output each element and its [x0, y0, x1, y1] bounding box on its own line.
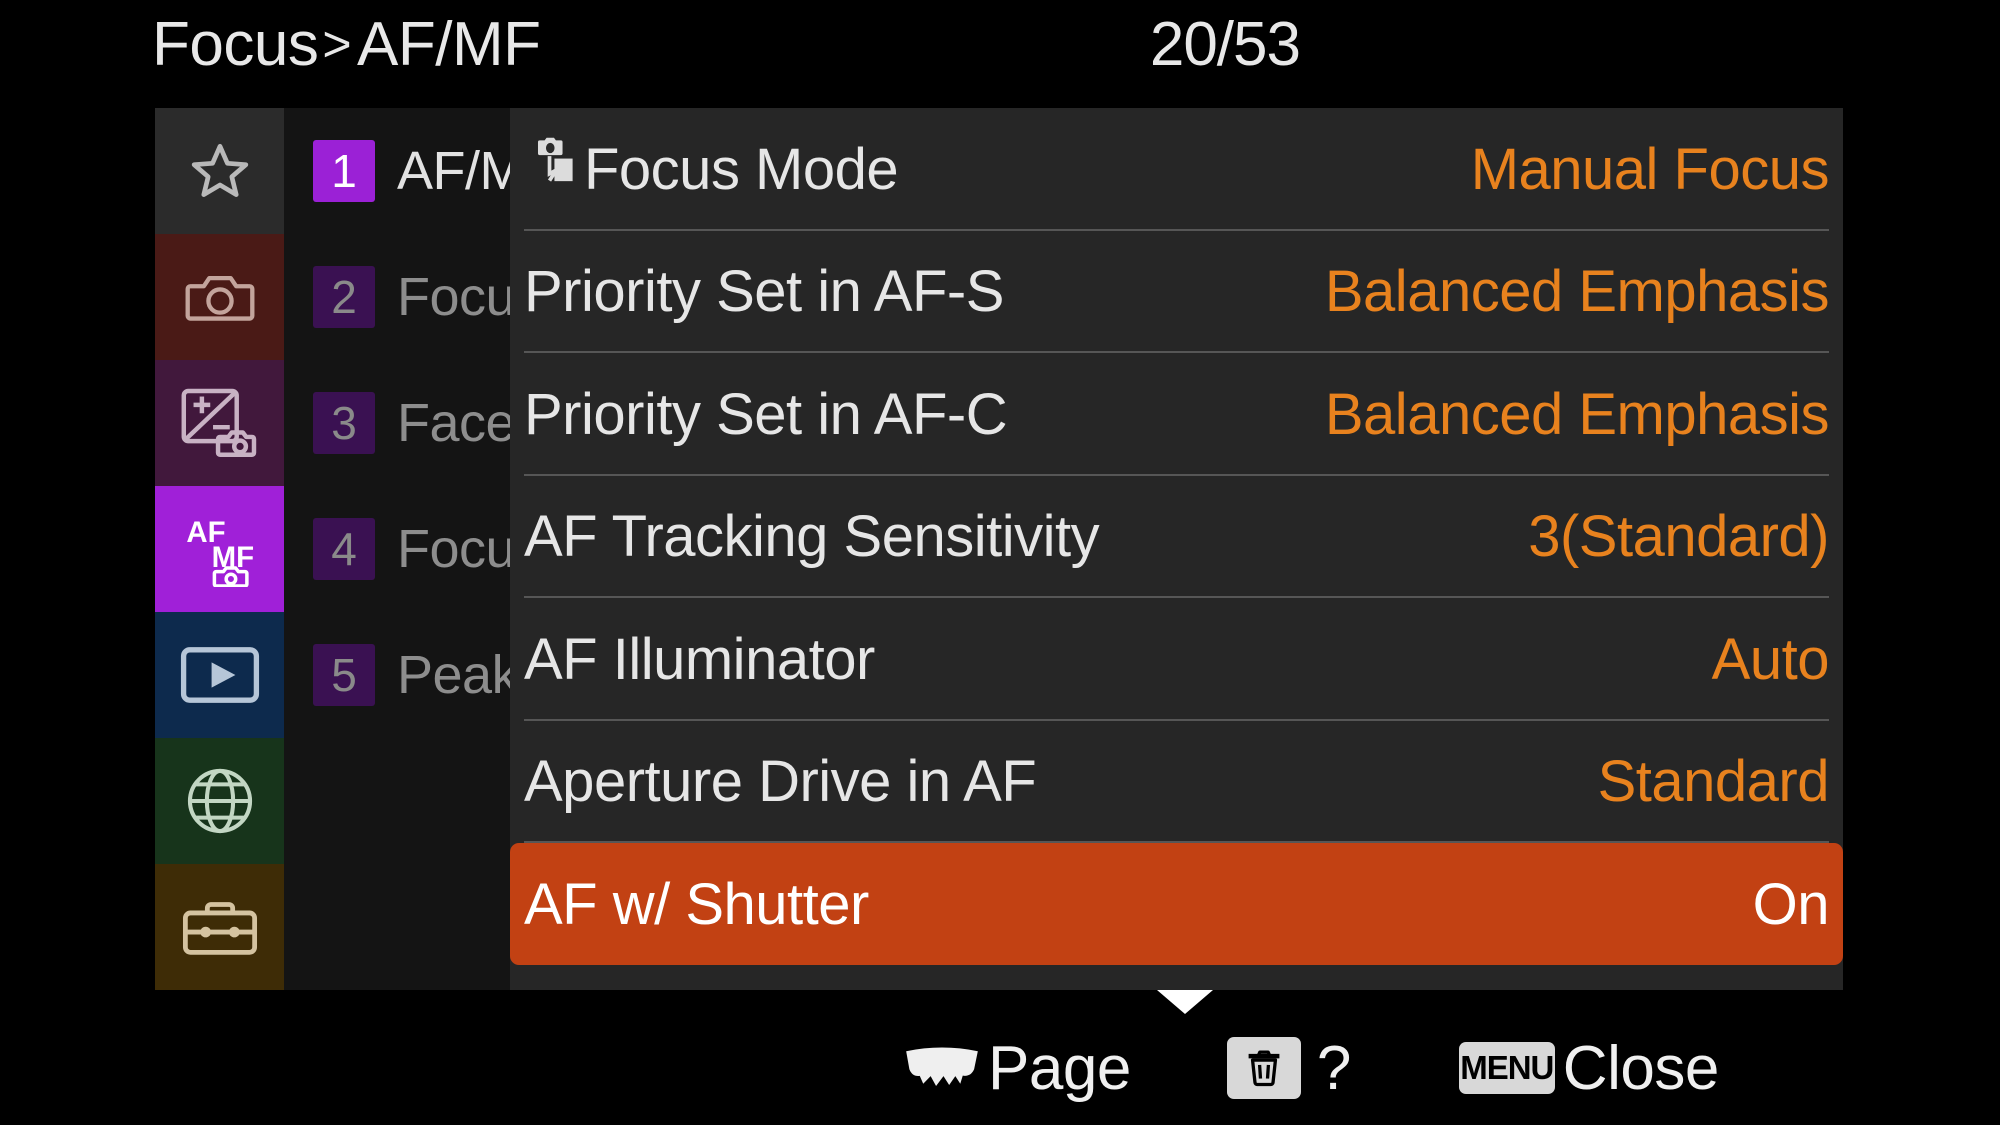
setting-label-aperture-drive-in-af: Aperture Drive in AF	[524, 749, 1037, 815]
setting-row-af-tracking-sensitivity[interactable]: AF Tracking Sensitivity 3(Standard)	[510, 476, 1843, 598]
setting-row-priority-af-s[interactable]: Priority Set in AF-S Balanced Emphasis	[510, 231, 1843, 353]
sidebar-icon-af-mf[interactable]: AF MF	[155, 486, 284, 612]
category-icon-rail: AF MF	[155, 108, 284, 990]
tab-badge-2: 2	[313, 266, 375, 328]
setting-label-af-tracking-sensitivity: AF Tracking Sensitivity	[524, 504, 1100, 570]
setting-value-priority-af-c: Balanced Emphasis	[1324, 381, 1830, 447]
tab-item-2[interactable]: 2 Focus Area	[284, 234, 510, 360]
tab-label-1: AF/MF	[397, 141, 510, 201]
setting-label-af-w-shutter: AF w/ Shutter	[524, 871, 869, 937]
tab-item-3[interactable]: 3 Face/Eye AF	[284, 360, 510, 486]
chevron-right-icon: >	[322, 16, 352, 72]
sidebar-icon-shooting[interactable]	[155, 234, 284, 360]
tab-badge-1: 1	[313, 140, 375, 202]
setting-value-af-illuminator: Auto	[1711, 626, 1830, 692]
network-globe-icon	[187, 768, 252, 834]
settings-list: Focus Mode Manual Focus Priority Set in …	[510, 108, 1843, 990]
tab-label-4: Focus Assistant	[397, 519, 510, 579]
setting-value-af-tracking-sensitivity: 3(Standard)	[1528, 504, 1829, 570]
setting-value-af-w-shutter: On	[1752, 871, 1830, 937]
setting-value-aperture-drive-in-af: Standard	[1597, 749, 1830, 815]
breadcrumb-root: Focus	[152, 9, 319, 79]
setting-row-af-w-shutter[interactable]: AF w/ Shutter On	[510, 843, 1843, 965]
bottom-action-bar: Page ? MENU Close	[0, 990, 2000, 1125]
tab-item-5[interactable]: 5 Peaking Display	[284, 612, 510, 738]
subject-focus-icon	[524, 135, 578, 203]
trash-icon	[1226, 1037, 1301, 1099]
control-dial-icon	[906, 1047, 978, 1087]
tab-item-4[interactable]: 4 Focus Assistant	[284, 486, 510, 612]
close-action[interactable]: MENU Close	[1458, 1033, 1720, 1104]
setting-value-priority-af-s: Balanced Emphasis	[1324, 259, 1830, 325]
setting-label-priority-af-c: Priority Set in AF-C	[524, 381, 1008, 447]
setting-label-priority-af-s: Priority Set in AF-S	[524, 259, 1004, 325]
camera-menu-screen: Focus > AF/MF 20/53 AF MF 1 AF/M 2 Focu …	[0, 0, 2000, 1125]
tab-label-5: Peaking Display	[397, 645, 510, 705]
setting-row-af-illuminator[interactable]: AF Illuminator Auto	[510, 598, 1843, 721]
sidebar-icon-favorites[interactable]	[155, 108, 284, 234]
tab-number-column: 1 AF/MF 2 Focus Area 3 Face/Eye AF 4 Foc…	[284, 108, 510, 990]
tab-item-1[interactable]: 1 AF/MF	[284, 108, 510, 234]
page-dial-action[interactable]: Page	[900, 1033, 1131, 1104]
favorites-star-icon	[191, 143, 248, 197]
tab-badge-3: 3	[313, 392, 375, 454]
playback-icon	[180, 647, 259, 703]
tab-badge-4: 4	[313, 518, 375, 580]
page-counter: 20/53	[1149, 9, 1301, 79]
page-label: Page	[988, 1033, 1131, 1103]
setting-row-aperture-drive-in-af[interactable]: Aperture Drive in AF Standard	[510, 721, 1843, 843]
setting-label-wrap: Focus Mode	[524, 135, 899, 203]
breadcrumb-current: AF/MF	[357, 9, 541, 79]
help-label: ?	[1316, 1033, 1351, 1103]
shooting-camera-icon	[185, 276, 254, 321]
sidebar-icon-exposure-color[interactable]	[155, 360, 284, 486]
sidebar-icon-setup[interactable]	[155, 864, 284, 990]
tab-label-2: Focus Area	[397, 267, 510, 327]
exposure-color-icon	[181, 388, 256, 457]
tab-badge-5: 5	[313, 644, 375, 706]
setup-toolbox-icon	[182, 902, 257, 955]
help-action[interactable]: ?	[1226, 1033, 1351, 1104]
sidebar-icon-network[interactable]	[155, 738, 284, 864]
setting-label-text: Focus Mode	[584, 136, 899, 202]
header-bar: Focus > AF/MF 20/53	[0, 0, 2000, 88]
setting-label-af-illuminator: AF Illuminator	[524, 626, 875, 692]
tab-label-3: Face/Eye AF	[397, 393, 510, 453]
setting-value-focus-mode: Manual Focus	[1470, 136, 1830, 202]
menu-button-badge: MENU	[1458, 1042, 1555, 1094]
setting-row-priority-af-c[interactable]: Priority Set in AF-C Balanced Emphasis	[510, 353, 1843, 476]
af-mf-focus-icon: AF MF	[186, 516, 254, 587]
sidebar-icon-playback[interactable]	[155, 612, 284, 738]
bottom-actions: Page ? MENU Close	[900, 1020, 1719, 1116]
close-label: Close	[1562, 1033, 1720, 1103]
breadcrumb: Focus > AF/MF	[152, 2, 541, 86]
setting-row-focus-mode[interactable]: Focus Mode Manual Focus	[510, 108, 1843, 231]
scroll-down-caret-icon	[1157, 990, 1213, 1014]
